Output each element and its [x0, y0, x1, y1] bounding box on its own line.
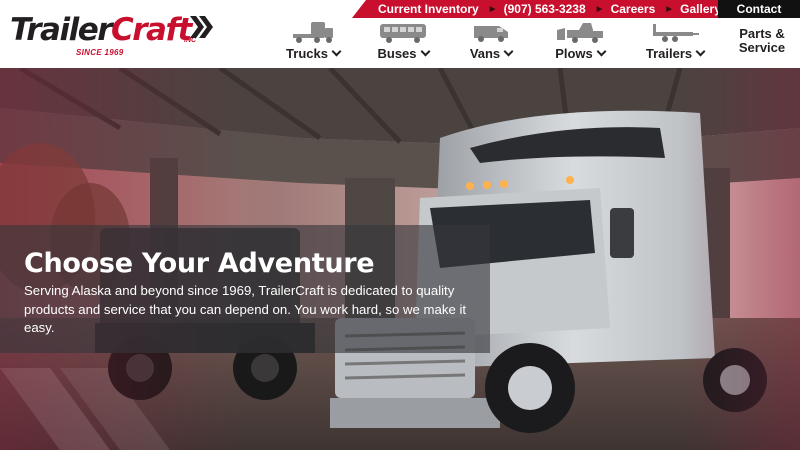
chevron-down-icon: [331, 46, 342, 57]
chevron-right-icon: ►: [594, 3, 605, 15]
plow-icon: [557, 23, 603, 43]
logo-since: SINCE 1969: [76, 48, 124, 57]
chevron-down-icon: [596, 46, 607, 57]
nav-buses[interactable]: Buses: [372, 20, 434, 66]
site-header: TrailerCraft SINCE 1969 INC Current Inve…: [0, 0, 800, 68]
nav-label: Trucks: [282, 46, 344, 61]
nav-parts-service[interactable]: Parts & Service: [734, 27, 790, 55]
nav-label: Buses: [372, 46, 434, 61]
nav-plows[interactable]: Plows: [550, 20, 610, 66]
hero-headline: Choose Your Adventure: [24, 248, 375, 279]
utility-bar: Current Inventory ► (907) 563-3238 ► Car…: [352, 0, 718, 18]
nav-label: Vans: [464, 46, 518, 61]
nav-trucks[interactable]: Trucks: [282, 20, 344, 66]
careers-link[interactable]: Careers: [611, 2, 656, 16]
phone-link[interactable]: (907) 563-3238: [504, 2, 586, 16]
hero-description: Serving Alaska and beyond since 1969, Tr…: [24, 283, 467, 335]
current-inventory-link[interactable]: Current Inventory: [378, 2, 479, 16]
truck-icon: [293, 22, 333, 43]
trailer-icon: [653, 24, 699, 42]
logo-text: TrailerCraft: [10, 12, 192, 48]
nav-trailers[interactable]: Trailers: [640, 20, 710, 66]
chevron-right-icon: ►: [487, 3, 498, 15]
nav-label: Plows: [550, 46, 610, 61]
chevron-down-icon: [503, 46, 514, 57]
gallery-link[interactable]: Gallery: [680, 2, 718, 16]
chevron-down-icon: [420, 46, 430, 57]
nav-label: Trailers: [640, 46, 710, 61]
van-icon: [474, 26, 508, 42]
nav-parts-line1: Parts &: [739, 26, 785, 41]
nav-vans[interactable]: Vans: [464, 20, 518, 66]
bus-icon: [380, 24, 426, 43]
logo-chevron-icon: [190, 16, 213, 38]
logo-inc: INC: [184, 37, 197, 44]
nav-parts-line2: Service: [738, 40, 786, 55]
hero-banner: Choose Your Adventure Serving Alaska and…: [0, 68, 800, 450]
chevron-down-icon: [695, 46, 706, 57]
chevron-right-icon: ►: [664, 3, 675, 15]
contact-link[interactable]: Contact: [718, 0, 800, 18]
trailercraft-logo[interactable]: TrailerCraft SINCE 1969 INC: [10, 12, 215, 57]
